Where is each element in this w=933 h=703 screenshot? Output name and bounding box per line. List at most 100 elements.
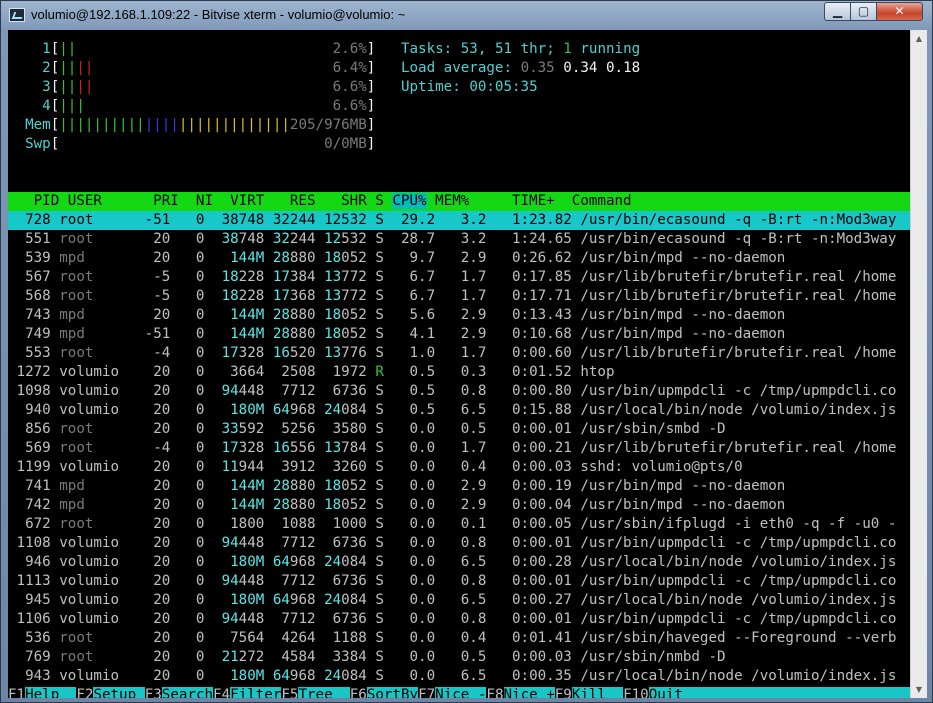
function-key-label[interactable]: SortBy (366, 687, 419, 698)
shr-cell-thousands: 13 (315, 440, 342, 456)
function-key-f3[interactable]: F3 (144, 687, 162, 698)
function-key-f2[interactable]: F2 (76, 687, 94, 698)
process-row[interactable]: 539 mpd 20 0 144M 28880 18052 S 9.7 2.9 … (8, 249, 910, 268)
process-row[interactable]: 567 root -5 0 18228 17384 13772 S 6.7 1.… (8, 268, 910, 287)
function-key-f5[interactable]: F5 (281, 687, 299, 698)
selected-process-row[interactable]: 728 root -51 0 38748 32244 12532 S 29.2 … (8, 211, 910, 230)
priority-cell: -51 (136, 326, 171, 342)
maximize-button[interactable]: ▢ (850, 2, 877, 21)
state-cell: S (375, 326, 384, 342)
command-cell: /usr/sbin/haveged --Foreground --verb (580, 630, 897, 646)
function-key-f9[interactable]: F9 (554, 687, 572, 698)
close-button[interactable]: ✕ (876, 2, 923, 21)
process-row[interactable]: 741 mpd 20 0 144M 28880 18052 S 0.0 2.9 … (8, 477, 910, 496)
virt-cell: 448 (238, 535, 265, 551)
process-row[interactable]: 943 volumio 20 0 180M 64968 24084 S 0.0 … (8, 667, 910, 686)
function-key-f10[interactable]: F10 (623, 687, 649, 698)
column-header-pri[interactable]: PRI (136, 193, 179, 209)
process-row[interactable]: 1199 volumio 20 0 11944 3912 3260 S 0.0 … (8, 458, 910, 477)
process-row[interactable]: 568 root -5 0 18228 17368 13772 S 6.7 1.… (8, 287, 910, 306)
process-row[interactable]: 551 root 20 0 38748 32244 12532 S 28.7 3… (8, 230, 910, 249)
nice-cell: 0 (170, 421, 205, 437)
column-header-res[interactable]: RES (264, 193, 316, 209)
function-key-label[interactable]: Kill (571, 687, 624, 698)
minimize-button[interactable]: ▁ (824, 2, 851, 21)
function-key-bar[interactable]: F1Help F2Setup F3SearchF4FilterF5Tree F6… (8, 686, 910, 698)
state-cell: S (375, 383, 384, 399)
process-row[interactable]: 856 root 20 0 33592 5256 3580 S 0.0 0.5 … (8, 420, 910, 439)
column-header-time[interactable]: TIME+ (469, 193, 555, 209)
shr-cell: 052 (341, 497, 367, 513)
terminal-screen[interactable]: 1[|| 2.6%] Tasks: 53, 51 thr; 1 running … (8, 30, 910, 698)
function-key-f1[interactable]: F1 (8, 687, 26, 698)
shr-cell-thousands: 18 (315, 326, 342, 342)
column-header-pid[interactable]: PID (8, 193, 60, 209)
pid-cell: 1108 (8, 535, 51, 551)
column-header-s[interactable]: S (367, 193, 384, 209)
process-row[interactable]: 1098 volumio 20 0 94448 7712 6736 S 0.5 … (8, 382, 910, 401)
pid-cell: 568 (8, 288, 51, 304)
column-header-shr[interactable]: SHR (316, 193, 367, 209)
uptime-label: Uptime: (400, 79, 470, 95)
column-header-user[interactable]: USER (59, 193, 136, 209)
function-key-label[interactable]: Help (25, 687, 77, 698)
vertical-scrollbar[interactable]: ▲ ▼ (910, 30, 927, 698)
function-key-label[interactable]: Filter (230, 687, 282, 698)
nice-cell: 0 (170, 326, 205, 342)
mem-percent-cell: 2.9 (435, 250, 487, 266)
state-cell: S (375, 573, 384, 589)
process-row[interactable]: 940 volumio 20 0 180M 64968 24084 S 0.5 … (8, 401, 910, 420)
process-row[interactable]: 553 root -4 0 17328 16520 13776 S 1.0 1.… (8, 344, 910, 363)
column-header-mem[interactable]: MEM% (435, 193, 469, 209)
process-row[interactable]: 946 volumio 20 0 180M 64968 24084 S 0.0 … (8, 553, 910, 572)
process-row[interactable]: 945 volumio 20 0 180M 64968 24084 S 0.0 … (8, 591, 910, 610)
process-row[interactable]: 569 root -4 0 17328 16556 13784 S 0.0 1.… (8, 439, 910, 458)
user-cell: root (59, 440, 137, 456)
res-cell: 968 (289, 668, 316, 684)
process-row[interactable]: 769 root 20 0 21272 4584 3384 S 0.0 0.5 … (8, 648, 910, 667)
column-header-ni[interactable]: NI (179, 193, 213, 209)
function-key-f4[interactable]: F4 (213, 687, 231, 698)
process-row[interactable]: 1113 volumio 20 0 94448 7712 6736 S 0.0 … (8, 572, 910, 591)
function-key-f7[interactable]: F7 (418, 687, 436, 698)
function-key-f6[interactable]: F6 (349, 687, 367, 698)
process-table-header[interactable]: PID USER PRI NI VIRT RES SHR S CPU% MEM%… (8, 192, 910, 211)
pid-cell: 946 (8, 554, 51, 570)
scroll-down-arrow-icon[interactable]: ▼ (911, 681, 927, 698)
process-row[interactable]: 1108 volumio 20 0 94448 7712 6736 S 0.0 … (8, 534, 910, 553)
mem-percent-cell: 3.2 (435, 212, 487, 228)
function-key-label[interactable]: Quit (648, 687, 683, 698)
column-header-command[interactable]: Command (555, 193, 632, 209)
res-cell-thousands: 28 (264, 497, 290, 513)
process-row[interactable]: 672 root 20 0 1800 1088 1000 S 0.0 0.1 0… (8, 515, 910, 534)
terminal-app-icon[interactable] (9, 8, 25, 22)
process-row[interactable]: 536 root 20 0 7564 4264 1188 S 0.0 0.4 0… (8, 629, 910, 648)
process-row[interactable]: 743 mpd 20 0 144M 28880 18052 S 5.6 2.9 … (8, 306, 910, 325)
function-key-label[interactable]: Nice + (503, 687, 555, 698)
process-row[interactable]: 742 mpd 20 0 144M 28880 18052 S 0.0 2.9 … (8, 496, 910, 515)
function-key-f8[interactable]: F8 (486, 687, 504, 698)
column-header-cpu-sorted[interactable]: CPU% (392, 193, 427, 209)
process-row[interactable]: 1106 volumio 20 0 94448 7712 6736 S 0.0 … (8, 610, 910, 629)
function-key-label[interactable]: Search (161, 687, 214, 698)
time-cell: 0:00.01 (486, 611, 572, 627)
function-key-label[interactable]: Tree (298, 687, 350, 698)
meter-bracket-open: [ (50, 98, 60, 114)
column-header-virt[interactable]: VIRT (213, 193, 264, 209)
process-row[interactable]: 749 mpd -51 0 144M 28880 18052 S 4.1 2.9… (8, 325, 910, 344)
scroll-up-arrow-icon[interactable]: ▲ (911, 30, 927, 47)
function-bar-filler (682, 687, 910, 698)
virt-cell: 144M (204, 250, 265, 266)
function-key-label[interactable]: Setup (93, 687, 145, 698)
cpu-meter-bar: || (76, 79, 94, 95)
process-row[interactable]: 1272 volumio 20 0 3664 2508 1972 R 0.5 0… (8, 363, 910, 382)
title-bar[interactable]: volumio@192.168.1.109:22 - Bitvise xterm… (1, 1, 932, 30)
priority-cell: -5 (136, 269, 171, 285)
cpu-percent-cell: 0.0 (383, 573, 436, 589)
function-key-label[interactable]: Nice - (435, 687, 487, 698)
